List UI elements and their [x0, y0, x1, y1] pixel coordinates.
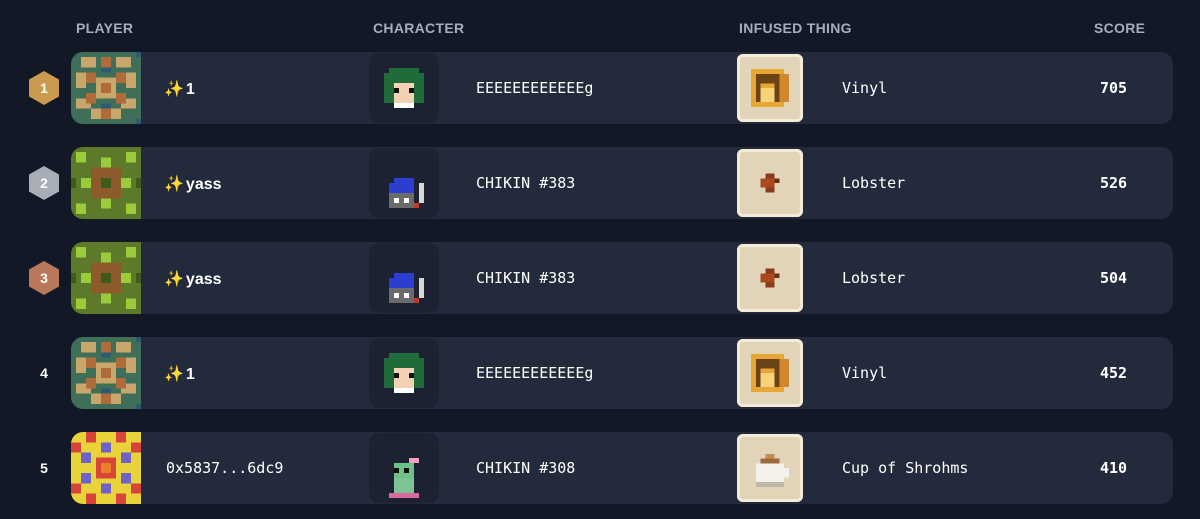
infused-thing-name: Lobster [842, 269, 906, 287]
rank-number: 1 [40, 80, 48, 96]
rank-number: 5 [40, 460, 48, 476]
table-header: PLAYER CHARACTER INFUSED THING SCORE [0, 0, 1200, 52]
character-name: EEEEEEEEEEEEg [476, 79, 594, 97]
player-name-text: 1 [185, 366, 195, 383]
avatar [71, 432, 141, 504]
score-value: 526 [1100, 174, 1128, 192]
player-name[interactable]: ✨ yass [164, 269, 222, 289]
rank-badge: 4 [28, 355, 60, 391]
player-name[interactable]: 0x5837...6dc9 [164, 459, 283, 477]
avatar [71, 242, 141, 314]
silver-hexagon-icon: 2 [29, 166, 59, 200]
score-value: 452 [1100, 364, 1128, 382]
table-row[interactable]: 0x5837...6dc9 CHIKIN #308 Cup of Shrohms… [71, 432, 1173, 504]
infused-thing-name: Vinyl [842, 79, 888, 97]
header-player: PLAYER [76, 20, 134, 36]
infused-thing-image [737, 244, 803, 312]
sparkle-icon: ✨ [164, 271, 184, 288]
infused-thing-image [737, 434, 803, 502]
table-row[interactable]: ✨ 1 EEEEEEEEEEEEg Vinyl 452 [71, 337, 1173, 409]
rank-badge: 2 [28, 165, 60, 201]
header-infused-thing: INFUSED THING [739, 20, 852, 36]
avatar [71, 52, 141, 124]
rank-number: 3 [40, 270, 48, 286]
character-portrait [369, 243, 439, 313]
infused-thing-image [737, 54, 803, 122]
player-name[interactable]: ✨ yass [164, 174, 222, 194]
table-row[interactable]: ✨ yass CHIKIN #383 Lobster 526 [71, 147, 1173, 219]
score-value: 504 [1100, 269, 1128, 287]
gold-hexagon-icon: 1 [29, 71, 59, 105]
rank-badge: 5 [28, 450, 60, 486]
sparkle-icon: ✨ [164, 366, 184, 383]
sparkle-icon: ✨ [164, 176, 184, 193]
character-portrait [369, 148, 439, 218]
character-name: CHIKIN #383 [476, 174, 576, 192]
player-name-text: 0x5837...6dc9 [166, 459, 284, 477]
character-name: EEEEEEEEEEEEg [476, 364, 594, 382]
rank-badge: 3 [28, 260, 60, 296]
rank-badge: 1 [28, 70, 60, 106]
sparkle-icon: ✨ [164, 81, 184, 98]
header-character: CHARACTER [373, 20, 465, 36]
score-value: 705 [1100, 79, 1128, 97]
infused-thing-name: Cup of Shrohms [842, 459, 969, 477]
infused-thing-name: Lobster [842, 174, 906, 192]
player-name[interactable]: ✨ 1 [164, 79, 195, 99]
character-portrait [369, 338, 439, 408]
player-name-text: yass [185, 176, 222, 193]
infused-thing-name: Vinyl [842, 364, 888, 382]
rank-number: 2 [40, 175, 48, 191]
character-portrait [369, 433, 439, 503]
rank-number: 4 [40, 365, 48, 381]
infused-thing-image [737, 339, 803, 407]
header-score: SCORE [1094, 20, 1146, 36]
bronze-hexagon-icon: 3 [29, 261, 59, 295]
avatar [71, 147, 141, 219]
player-name-text: 1 [185, 81, 195, 98]
player-name[interactable]: ✨ 1 [164, 364, 195, 384]
infused-thing-image [737, 149, 803, 217]
avatar [71, 337, 141, 409]
character-name: CHIKIN #383 [476, 269, 576, 287]
table-row[interactable]: ✨ yass CHIKIN #383 Lobster 504 [71, 242, 1173, 314]
player-name-text: yass [185, 271, 222, 288]
score-value: 410 [1100, 459, 1128, 477]
character-portrait [369, 53, 439, 123]
character-name: CHIKIN #308 [476, 459, 576, 477]
table-row[interactable]: ✨ 1 EEEEEEEEEEEEg Vinyl 705 [71, 52, 1173, 124]
